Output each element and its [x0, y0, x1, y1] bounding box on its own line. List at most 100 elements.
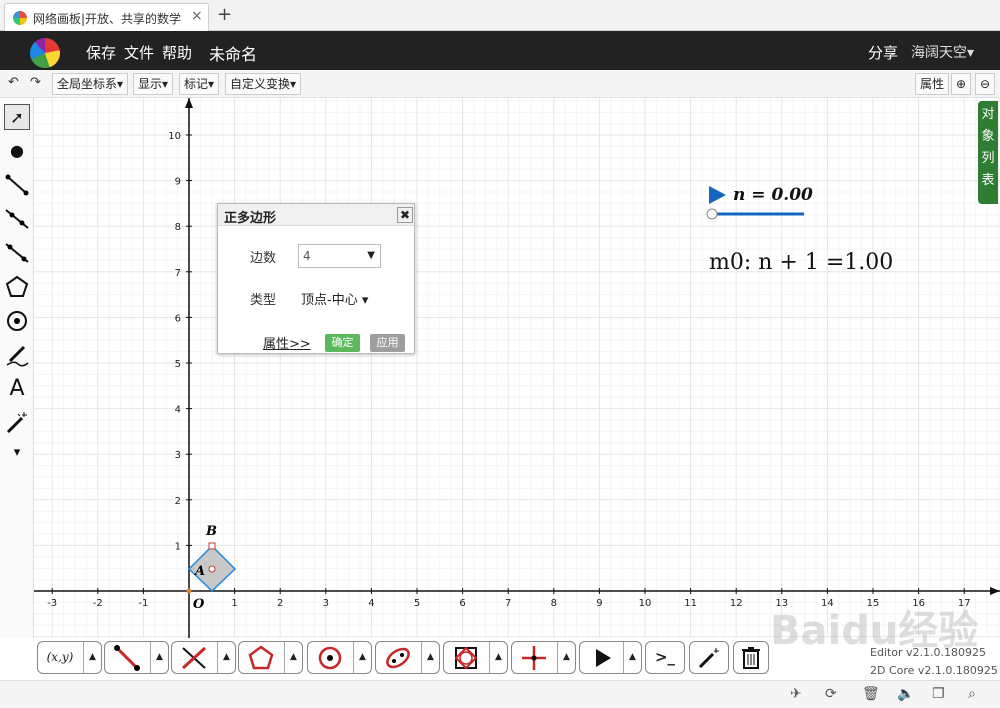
delete-button[interactable] — [733, 641, 769, 674]
type-label: 类型 — [250, 293, 277, 308]
type-dropdown[interactable]: 顶点-中心 ▾ — [301, 289, 368, 308]
segment-bottom-tool[interactable]: ▲ — [104, 641, 169, 674]
expression-text[interactable]: m0: n + 1 =1.00 — [709, 250, 893, 275]
menu-help[interactable]: 帮助 — [162, 42, 192, 63]
y-tick-label: 9 — [175, 177, 181, 188]
display-dropdown[interactable]: 显示▾ — [133, 73, 174, 95]
x-tick-label: 5 — [414, 598, 420, 609]
intersection-bottom-tool[interactable]: ▲ — [171, 641, 236, 674]
magic-wand-tool-icon[interactable] — [4, 410, 30, 436]
browser-tab[interactable]: 网络画板|开放、共享的数学 × — [4, 3, 209, 31]
trash-icon[interactable] — [734, 642, 768, 673]
coord-point-tool[interactable]: (x,y) ▲ — [37, 641, 102, 674]
segment-tool-more-icon[interactable]: ▲ — [150, 642, 168, 673]
polygon-tool-icon[interactable] — [4, 274, 30, 300]
text-tool-icon[interactable]: A — [4, 376, 30, 402]
user-menu[interactable]: 海阔天空▾ — [911, 42, 974, 62]
circle-bottom-tool[interactable]: ▲ — [307, 641, 372, 674]
x-tick-label: 3 — [323, 598, 329, 609]
x-tick-label: -2 — [93, 598, 103, 609]
redo-icon[interactable]: ↷ — [30, 75, 41, 90]
coord-tool-more-icon[interactable]: ▲ — [83, 642, 101, 673]
slider-label: n = 0.00 — [733, 185, 813, 205]
mark-dropdown[interactable]: 标记▾ — [179, 73, 220, 95]
dialog-close-icon[interactable]: ✖ — [397, 207, 413, 223]
zoom-out-icon[interactable]: ⊖ — [975, 73, 996, 95]
select-tool-icon[interactable]: ➚ — [4, 104, 30, 130]
point-a[interactable] — [208, 565, 216, 573]
y-tick-label: 3 — [175, 450, 181, 461]
app-logo-icon — [30, 38, 60, 68]
inscribed-polygon-icon[interactable] — [444, 642, 488, 673]
apply-button[interactable]: 应用 — [370, 334, 405, 352]
y-axis-arrow-icon — [185, 98, 193, 108]
sides-select[interactable]: 4 ▼ — [298, 244, 381, 268]
intersection-bottom-icon[interactable] — [172, 642, 216, 673]
menu-file[interactable]: 文件 — [124, 42, 154, 63]
animation-bottom-tool[interactable]: ▲ — [579, 641, 642, 674]
point-b[interactable] — [208, 542, 216, 550]
x-tick-label: 4 — [368, 598, 374, 609]
circle-tool-icon[interactable] — [4, 308, 30, 334]
polygon-bottom-icon[interactable] — [239, 642, 283, 673]
point-a-label: A — [193, 564, 205, 579]
app-menu-bar: 保存 文件 帮助 未命名 分享 海阔天空▾ — [0, 31, 1000, 70]
circle-tool-more-icon[interactable]: ▲ — [353, 642, 371, 673]
crosshair-icon[interactable] — [512, 642, 556, 673]
coord-point-label[interactable]: (x,y) — [38, 642, 82, 673]
custom-transform-dropdown[interactable]: 自定义变换▾ — [225, 73, 302, 95]
ray-tool-icon[interactable] — [4, 206, 30, 232]
trash-status-icon[interactable]: 🗑 — [862, 686, 880, 702]
properties-link[interactable]: 属性>> — [263, 333, 311, 352]
x-tick-label: 2 — [277, 598, 283, 609]
ok-button[interactable]: 确定 — [325, 334, 360, 352]
circle-bottom-icon[interactable] — [308, 642, 352, 673]
magic-wand-button[interactable] — [689, 641, 729, 674]
more-tools-icon[interactable]: ▾ — [4, 440, 30, 466]
undo-icon[interactable]: ↶ — [8, 75, 19, 90]
slider-play-icon[interactable] — [709, 186, 726, 204]
play-icon[interactable] — [580, 642, 624, 673]
construct-tool-more-icon[interactable]: ▲ — [489, 642, 507, 673]
coord-system-dropdown[interactable]: 全局坐标系▾ — [52, 73, 129, 95]
document-name[interactable]: 未命名 — [209, 41, 257, 65]
conic-tool-more-icon[interactable]: ▲ — [421, 642, 439, 673]
window-icon[interactable]: ❐ — [932, 686, 945, 702]
animation-tool-more-icon[interactable]: ▲ — [623, 642, 641, 673]
search-icon[interactable]: ⌕ — [968, 686, 976, 702]
pen-tool-icon[interactable] — [4, 342, 30, 368]
polygon-tool-more-icon[interactable]: ▲ — [284, 642, 302, 673]
tab-close-icon[interactable]: × — [191, 8, 203, 24]
refresh-icon[interactable]: ⟳ — [825, 686, 837, 702]
slider-handle[interactable] — [706, 208, 718, 220]
conic-bottom-tool[interactable]: ▲ — [375, 641, 440, 674]
intersection-tool-more-icon[interactable]: ▲ — [217, 642, 235, 673]
left-tool-column: ➚ ● A ▾ — [0, 98, 34, 638]
properties-button[interactable]: 属性 — [915, 73, 950, 95]
ellipse-bottom-icon[interactable] — [376, 642, 420, 673]
transform-tool-more-icon[interactable]: ▲ — [557, 642, 575, 673]
line-tool-icon[interactable] — [4, 240, 30, 266]
transform-bottom-tool[interactable]: ▲ — [511, 641, 576, 674]
segment-tool-icon[interactable] — [4, 172, 30, 198]
share-button[interactable]: 分享 — [868, 42, 898, 63]
terminal-icon[interactable]: >_ — [646, 642, 684, 673]
menu-save[interactable]: 保存 — [86, 42, 116, 63]
object-list-tab[interactable]: 对象列表 — [978, 101, 998, 204]
speaker-icon[interactable]: 🔈 — [897, 686, 914, 702]
y-tick-label: 7 — [175, 268, 181, 279]
polygon-bottom-tool[interactable]: ▲ — [238, 641, 303, 674]
new-tab-button[interactable]: + — [217, 4, 232, 25]
construct-bottom-tool[interactable]: ▲ — [443, 641, 508, 674]
magic-wand-icon[interactable] — [690, 642, 728, 673]
point-tool-icon[interactable]: ● — [4, 138, 30, 164]
pin-icon[interactable]: ✈ — [790, 686, 802, 702]
y-tick-label: 5 — [175, 359, 181, 370]
command-line-button[interactable]: >_ — [645, 641, 685, 674]
graph-canvas[interactable]: -3 -2 -1 1 2 3 4 5 6 7 8 9 10 11 12 13 14 15 16 17 12345678… — [34, 98, 1000, 638]
top-toolbar: ↶ ↷ 全局坐标系▾ 显示▾ 标记▾ 自定义变换▾ 属性 ⊕ ⊖ — [0, 70, 1000, 98]
segment-bottom-icon[interactable] — [105, 642, 149, 673]
zoom-in-icon[interactable]: ⊕ — [951, 73, 972, 95]
point-b-label: B — [205, 524, 217, 539]
x-tick-label: 7 — [505, 598, 511, 609]
